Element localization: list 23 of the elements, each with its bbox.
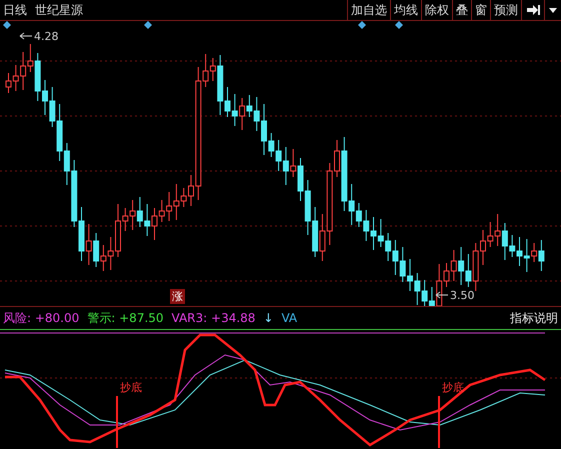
high-price-label: 4.28	[34, 30, 58, 43]
indicator-reading: 警示: +87.50	[87, 310, 164, 326]
signal-label: 抄底	[442, 380, 464, 395]
signal-line	[116, 396, 118, 448]
period-label: 日线	[3, 2, 27, 18]
signal-line	[438, 396, 440, 448]
stock-name: 世纪星源	[35, 2, 83, 18]
down-arrow: ↓	[263, 311, 274, 325]
diamond-icon	[144, 21, 152, 29]
toolbar-button[interactable]: 除权	[421, 0, 452, 20]
toolbar-button[interactable]: 加自选	[347, 0, 390, 20]
indicator-help-button[interactable]: 指标说明	[510, 310, 558, 326]
arrow-to-bar-icon	[526, 4, 540, 16]
rise-badge: 涨	[170, 289, 185, 304]
indicator-reading: VAR3: +34.88	[172, 311, 256, 325]
indicator-tag: VA	[281, 311, 298, 325]
low-marker-arrow	[436, 292, 448, 298]
low-price-label: 3.50	[450, 289, 474, 302]
indicator-reading: 风险: +80.00	[3, 310, 80, 326]
caret-icon	[549, 8, 557, 12]
diamond-icon	[3, 21, 11, 29]
signal-label: 抄底	[120, 380, 142, 395]
high-marker-arrow	[20, 32, 32, 40]
